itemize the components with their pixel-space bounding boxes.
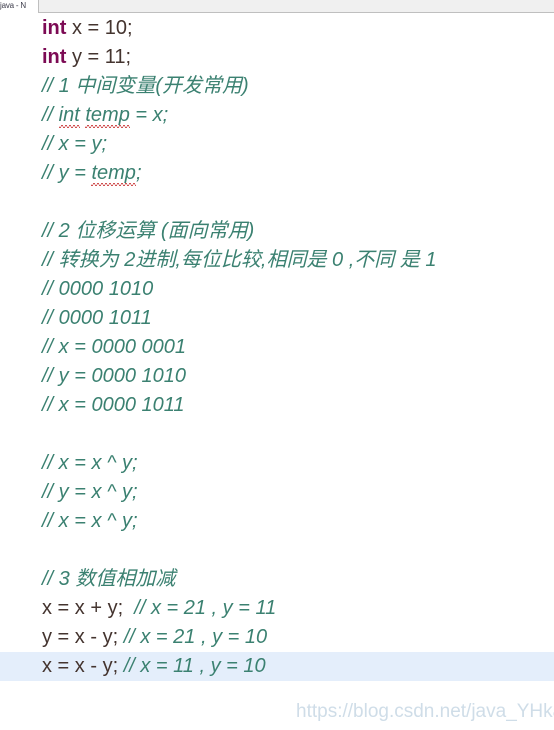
code-token-comment: // x = y; <box>42 133 108 155</box>
code-token-comment: // 1 中间变量(开发常用) <box>42 75 249 97</box>
code-token-comment: // x = 0000 1011 <box>42 394 185 416</box>
code-token-comment: = x; <box>129 104 169 126</box>
window-chrome-bar: java - N <box>0 0 554 14</box>
code-line[interactable]: int y = 11; <box>0 43 554 72</box>
code-token-comment: // <box>42 104 59 126</box>
code-token-comment: // x = 21 , y = 11 <box>134 597 277 619</box>
code-token-comment: // x = 21 , y = 10 <box>123 626 268 648</box>
code-line[interactable]: // x = y; <box>0 130 554 159</box>
code-token-keyword: int <box>42 17 67 39</box>
code-token-comment: // x = x ^ y; <box>42 510 138 532</box>
code-line[interactable]: // y = x ^ y; <box>0 478 554 507</box>
code-line[interactable]: // y = temp; <box>0 159 554 188</box>
code-token-identifier: y = x - y; <box>42 626 119 648</box>
code-token-comment-misspelled: temp <box>91 162 136 184</box>
code-token-keyword: int <box>42 46 67 68</box>
code-token-comment: // 3 数值相加减 <box>42 568 176 590</box>
code-line[interactable]: // 0000 1011 <box>0 304 554 333</box>
editor-toolbar-panel[interactable] <box>38 0 554 13</box>
code-token-comment: // y = <box>42 162 92 184</box>
code-line[interactable]: // 0000 1010 <box>0 275 554 304</box>
editor-tab-sliver[interactable]: java - N <box>0 0 36 11</box>
code-line[interactable]: // x = 0000 1011 <box>0 391 554 420</box>
code-token-comment: ; <box>135 162 142 184</box>
code-token-identifier: x = 10; <box>66 17 133 39</box>
code-line[interactable]: // y = 0000 1010 <box>0 362 554 391</box>
code-line[interactable]: // x = x ^ y; <box>0 449 554 478</box>
code-token-identifier <box>123 597 134 619</box>
code-token-comment-misspelled: int <box>58 104 80 126</box>
code-line-list: int x = 10; int y = 11;// 1 中间变量(开发常用)// … <box>0 14 554 681</box>
code-token-comment: // y = 0000 1010 <box>42 365 187 387</box>
code-line[interactable]: // 1 中间变量(开发常用) <box>0 72 554 101</box>
code-line[interactable] <box>0 188 554 217</box>
code-token-identifier: x = x - y; <box>42 655 119 677</box>
code-line[interactable]: // x = x ^ y; <box>0 507 554 536</box>
code-line[interactable]: int x = 10; <box>0 14 554 43</box>
code-editor-surface[interactable]: int x = 10; int y = 11;// 1 中间变量(开发常用)// … <box>0 14 554 730</box>
code-line[interactable] <box>0 420 554 449</box>
code-line[interactable]: x = x + y; // x = 21 , y = 11 <box>0 594 554 623</box>
code-line[interactable]: // 转换为 2进制,每位比较,相同是 0 ,不同 是 1 <box>0 246 554 275</box>
code-token-identifier: y = 11; <box>66 46 132 68</box>
code-line[interactable]: x = x - y; // x = 11 , y = 10 <box>0 652 554 681</box>
code-token-comment-misspelled: temp <box>85 104 130 126</box>
code-token-comment: // y = x ^ y; <box>42 481 138 503</box>
code-token-identifier: x = x + y; <box>42 597 124 619</box>
code-token-comment: // x = 0000 0001 <box>42 336 187 358</box>
code-line[interactable]: // 2 位移运算 (面向常用) <box>0 217 554 246</box>
code-token-comment: // 0000 1011 <box>42 307 152 329</box>
code-line[interactable]: y = x - y; // x = 21 , y = 10 <box>0 623 554 652</box>
code-token-comment: // 转换为 2进制,每位比较,相同是 0 ,不同 是 1 <box>42 249 437 271</box>
code-line[interactable] <box>0 536 554 565</box>
code-token-comment: // 2 位移运算 (面向常用) <box>42 220 255 242</box>
code-token-comment: // 0000 1010 <box>42 278 154 300</box>
code-line[interactable]: // int temp = x; <box>0 101 554 130</box>
code-token-comment: // x = 11 , y = 10 <box>123 655 266 677</box>
code-line[interactable]: // x = 0000 0001 <box>0 333 554 362</box>
code-token-comment: // x = x ^ y; <box>42 452 138 474</box>
code-line[interactable]: // 3 数值相加减 <box>0 565 554 594</box>
